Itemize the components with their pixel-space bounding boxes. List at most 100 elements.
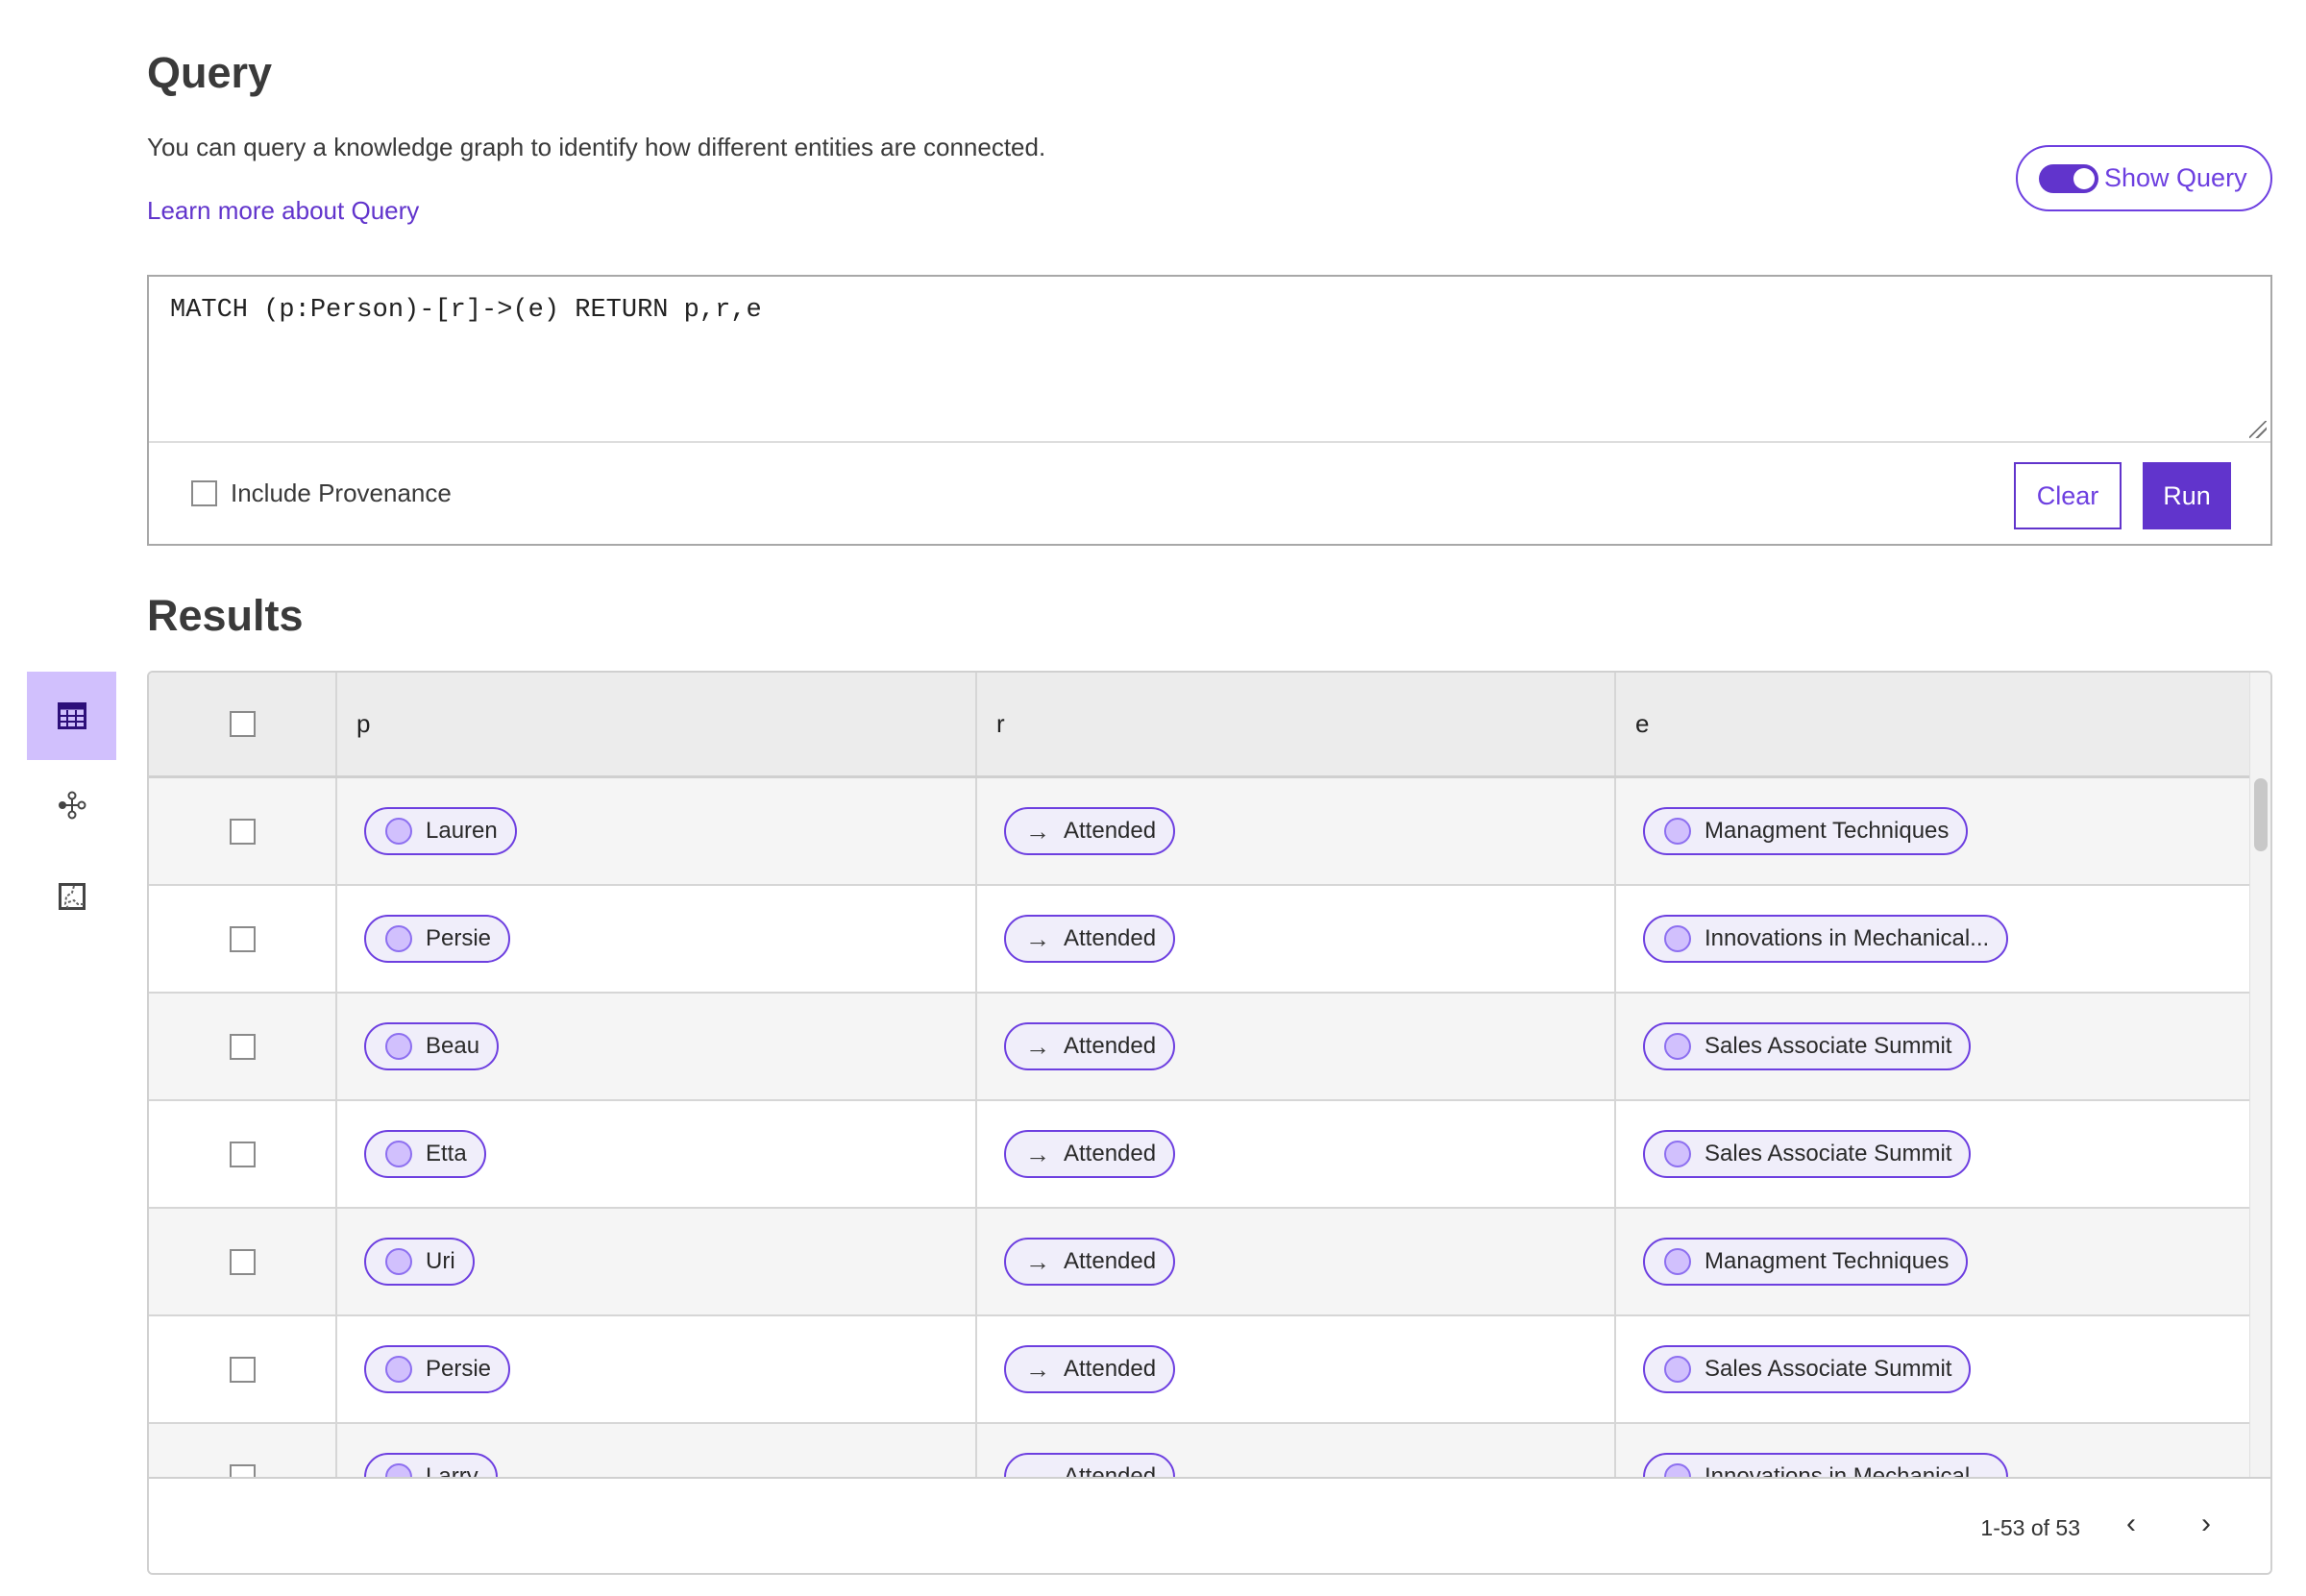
table-row[interactable]: Uri → Attended Managment Techniques bbox=[149, 1209, 2253, 1316]
entity-label: Sales Associate Summit bbox=[1705, 1141, 1952, 1166]
arrow-right-icon: → bbox=[1025, 923, 1050, 953]
pagination-info: 1-53 of 53 bbox=[1980, 1515, 2080, 1540]
relationship-pill[interactable]: → Attended bbox=[1004, 1130, 1176, 1178]
include-provenance-label: Include Provenance bbox=[231, 479, 452, 507]
map-view-button[interactable] bbox=[27, 852, 116, 941]
entity-pill[interactable]: Sales Associate Summit bbox=[1643, 1022, 1972, 1070]
entity-node-icon bbox=[385, 1248, 412, 1275]
entity-pill[interactable]: Persie bbox=[364, 915, 511, 963]
vertical-scrollbar[interactable] bbox=[2249, 673, 2270, 1477]
row-checkbox[interactable] bbox=[229, 925, 256, 952]
table-icon bbox=[57, 702, 86, 729]
row-checkbox[interactable] bbox=[229, 1033, 256, 1060]
relationship-label: Attended bbox=[1064, 1356, 1157, 1382]
row-checkbox[interactable] bbox=[229, 1463, 256, 1477]
include-provenance-checkbox[interactable]: Include Provenance bbox=[191, 479, 452, 508]
entity-pill[interactable]: Managment Techniques bbox=[1643, 807, 1969, 855]
entity-pill[interactable]: Larry bbox=[364, 1453, 498, 1477]
entity-node-icon bbox=[1664, 1248, 1691, 1275]
entity-label: Innovations in Mechanical... bbox=[1705, 1463, 1990, 1477]
relationship-label: Attended bbox=[1064, 1463, 1157, 1477]
table-row[interactable]: Beau → Attended Sales Associate Summit bbox=[149, 994, 2253, 1101]
table-row[interactable]: Persie → Attended Sales Associate Summit bbox=[149, 1316, 2253, 1424]
map-icon bbox=[58, 883, 86, 910]
relationship-label: Attended bbox=[1064, 818, 1157, 844]
arrow-right-icon: → bbox=[1025, 1354, 1050, 1384]
entity-node-icon bbox=[1664, 1033, 1691, 1060]
relationship-pill[interactable]: → Attended bbox=[1004, 1453, 1176, 1477]
next-page-button[interactable]: › bbox=[2201, 1508, 2211, 1540]
entity-pill[interactable]: Managment Techniques bbox=[1643, 1238, 1969, 1286]
page-description: You can query a knowledge graph to ident… bbox=[147, 133, 1046, 161]
entity-label: Persie bbox=[426, 925, 492, 951]
entity-label: Sales Associate Summit bbox=[1705, 1356, 1952, 1382]
query-editor: MATCH (p:Person)-[r]->(e) RETURN p,r,e I… bbox=[147, 275, 2272, 546]
select-all-checkbox[interactable] bbox=[229, 711, 256, 737]
scrollbar-thumb[interactable] bbox=[2254, 778, 2268, 851]
clear-button[interactable]: Clear bbox=[2014, 462, 2122, 529]
entity-label: Innovations in Mechanical... bbox=[1705, 925, 1990, 951]
entity-node-icon bbox=[1664, 1141, 1691, 1167]
entity-pill[interactable]: Persie bbox=[364, 1345, 511, 1393]
entity-pill[interactable]: Innovations in Mechanical... bbox=[1643, 915, 2009, 963]
column-header-p[interactable]: p bbox=[337, 673, 977, 775]
learn-more-link[interactable]: Learn more about Query bbox=[147, 196, 419, 226]
entity-node-icon bbox=[385, 818, 412, 845]
checkbox-icon[interactable] bbox=[191, 480, 217, 506]
entity-node-icon bbox=[385, 1356, 412, 1383]
entity-pill[interactable]: Beau bbox=[364, 1022, 500, 1070]
results-table: p r e Lauren → Attended Managment Techniq… bbox=[147, 671, 2272, 1575]
column-header-e[interactable]: e bbox=[1616, 673, 2253, 775]
show-query-label: Show Query bbox=[2104, 163, 2247, 192]
results-title: Results bbox=[147, 591, 304, 640]
entity-node-icon bbox=[385, 925, 412, 952]
row-checkbox[interactable] bbox=[229, 1356, 256, 1383]
relationship-pill[interactable]: → Attended bbox=[1004, 807, 1176, 855]
entity-node-icon bbox=[1664, 925, 1691, 952]
table-row[interactable]: Etta → Attended Sales Associate Summit bbox=[149, 1101, 2253, 1209]
entity-pill[interactable]: Sales Associate Summit bbox=[1643, 1345, 1972, 1393]
entity-label: Sales Associate Summit bbox=[1705, 1033, 1952, 1059]
entity-label: Persie bbox=[426, 1356, 492, 1382]
toggle-switch-icon[interactable] bbox=[2039, 163, 2098, 193]
graph-icon bbox=[58, 791, 86, 820]
column-header-r[interactable]: r bbox=[977, 673, 1616, 775]
table-footer: 1-53 of 53 ‹ › bbox=[149, 1477, 2270, 1573]
entity-pill[interactable]: Etta bbox=[364, 1130, 486, 1178]
table-view-button[interactable] bbox=[27, 672, 116, 760]
arrow-right-icon: → bbox=[1025, 816, 1050, 846]
entity-pill[interactable]: Uri bbox=[364, 1238, 475, 1286]
row-checkbox[interactable] bbox=[229, 1141, 256, 1167]
relationship-label: Attended bbox=[1064, 1248, 1157, 1274]
entity-label: Beau bbox=[426, 1033, 480, 1059]
row-checkbox[interactable] bbox=[229, 1248, 256, 1275]
entity-node-icon bbox=[1664, 818, 1691, 845]
entity-pill[interactable]: Lauren bbox=[364, 807, 517, 855]
relationship-pill[interactable]: → Attended bbox=[1004, 915, 1176, 963]
entity-label: Uri bbox=[426, 1248, 455, 1274]
relationship-pill[interactable]: → Attended bbox=[1004, 1345, 1176, 1393]
resize-handle-icon[interactable] bbox=[2249, 421, 2267, 438]
arrow-right-icon: → bbox=[1025, 1031, 1050, 1061]
entity-pill[interactable]: Sales Associate Summit bbox=[1643, 1130, 1972, 1178]
entity-label: Lauren bbox=[426, 818, 498, 844]
previous-page-button[interactable]: ‹ bbox=[2126, 1508, 2136, 1540]
entity-pill[interactable]: Innovations in Mechanical... bbox=[1643, 1453, 2009, 1477]
relationship-label: Attended bbox=[1064, 1141, 1157, 1166]
show-query-toggle[interactable]: Show Query bbox=[2016, 145, 2272, 211]
table-header: p r e bbox=[149, 673, 2253, 778]
graph-view-button[interactable] bbox=[27, 761, 116, 849]
entity-node-icon bbox=[385, 1033, 412, 1060]
row-checkbox[interactable] bbox=[229, 818, 256, 845]
run-button[interactable]: Run bbox=[2143, 462, 2231, 529]
entity-node-icon bbox=[385, 1463, 412, 1477]
query-input[interactable]: MATCH (p:Person)-[r]->(e) RETURN p,r,e bbox=[149, 277, 2270, 443]
table-row[interactable]: Persie → Attended Innovations in Mechanic… bbox=[149, 886, 2253, 994]
entity-node-icon bbox=[1664, 1463, 1691, 1477]
entity-label: Managment Techniques bbox=[1705, 1248, 1950, 1274]
relationship-label: Attended bbox=[1064, 1033, 1157, 1059]
relationship-pill[interactable]: → Attended bbox=[1004, 1022, 1176, 1070]
table-row[interactable]: Lauren → Attended Managment Techniques bbox=[149, 778, 2253, 886]
relationship-pill[interactable]: → Attended bbox=[1004, 1238, 1176, 1286]
table-row[interactable]: Larry → Attended Innovations in Mechanica… bbox=[149, 1424, 2253, 1477]
